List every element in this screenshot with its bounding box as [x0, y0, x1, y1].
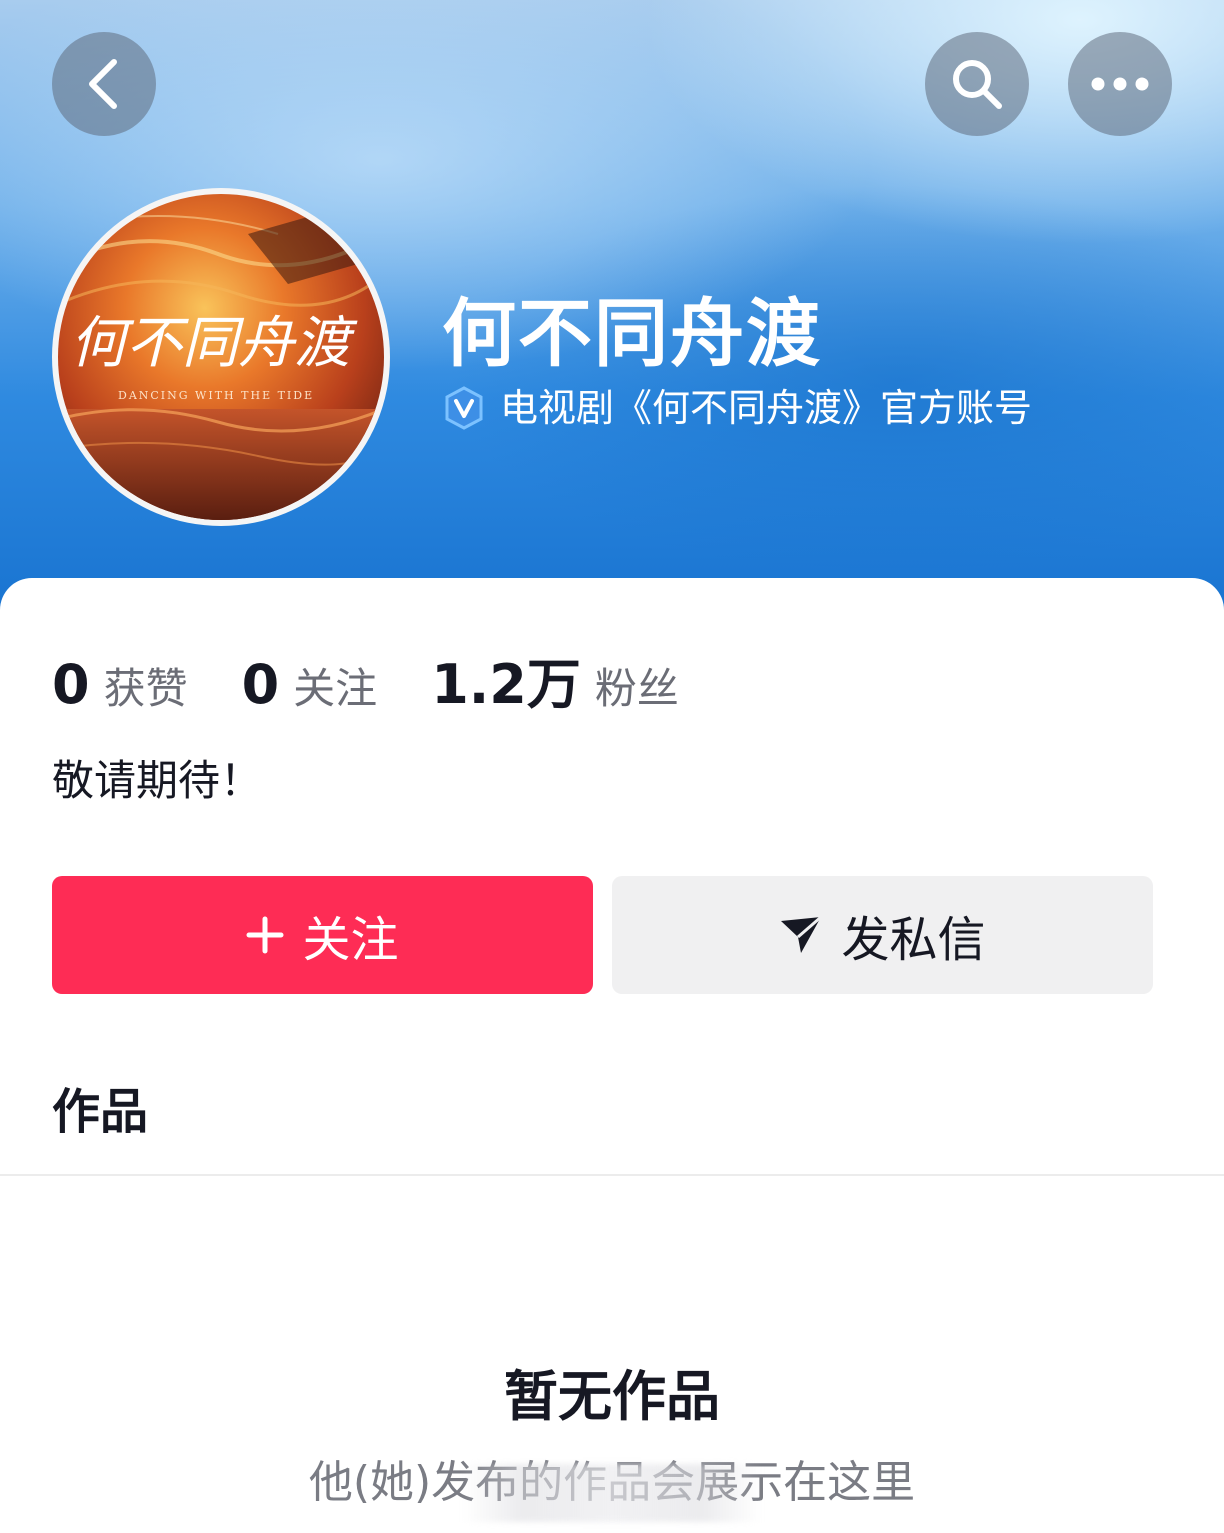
follow-button-label: 关注: [302, 912, 399, 968]
message-button[interactable]: 发私信: [612, 876, 1153, 994]
stat-followers[interactable]: 1.2万 粉丝: [431, 640, 679, 719]
send-icon: [781, 915, 823, 953]
profile-stats: 0 获赞 0 关注 1.2万 粉丝: [52, 640, 733, 716]
avatar[interactable]: 何不同舟渡 DANCING WITH THE TIDE: [52, 188, 390, 526]
message-button-label: 发私信: [841, 912, 986, 968]
stat-label: 获赞: [103, 664, 188, 713]
verification-row: 电视剧《何不同舟渡》官方账号: [442, 384, 1032, 432]
blurred-watermark: [462, 1464, 762, 1522]
plus-icon: [246, 916, 284, 954]
avatar-english-lettering: DANCING WITH THE TIDE: [118, 389, 314, 402]
profile-bio: 敬请期待！: [52, 756, 263, 805]
profile-name: 何不同舟渡: [442, 291, 822, 377]
more-button[interactable]: [1068, 32, 1172, 136]
search-icon: [953, 60, 1002, 109]
stat-value: 0: [52, 653, 90, 716]
tab-works[interactable]: 作品: [52, 1080, 148, 1144]
stat-following[interactable]: 0 关注: [242, 653, 378, 716]
tab-divider: [0, 1174, 1224, 1176]
avatar-image: 何不同舟渡 DANCING WITH THE TIDE: [58, 194, 384, 520]
empty-state-title: 暂无作品: [504, 1365, 720, 1428]
stat-value: 0: [241, 653, 280, 716]
verified-v-icon: [445, 386, 483, 430]
avatar-lettering: 何不同舟渡: [70, 311, 358, 376]
verification-text: 电视剧《何不同舟渡》官方账号: [500, 386, 1033, 430]
search-button[interactable]: [925, 32, 1029, 136]
more-dots-icon: [1091, 77, 1149, 91]
stat-label: 粉丝: [594, 664, 679, 713]
back-button[interactable]: [52, 32, 156, 136]
stat-label: 关注: [293, 664, 378, 713]
stat-value: 1.2万: [431, 653, 581, 716]
stat-likes[interactable]: 0 获赞: [52, 653, 188, 716]
follow-button[interactable]: 关注: [52, 876, 593, 994]
chevron-left-icon: [89, 59, 117, 109]
